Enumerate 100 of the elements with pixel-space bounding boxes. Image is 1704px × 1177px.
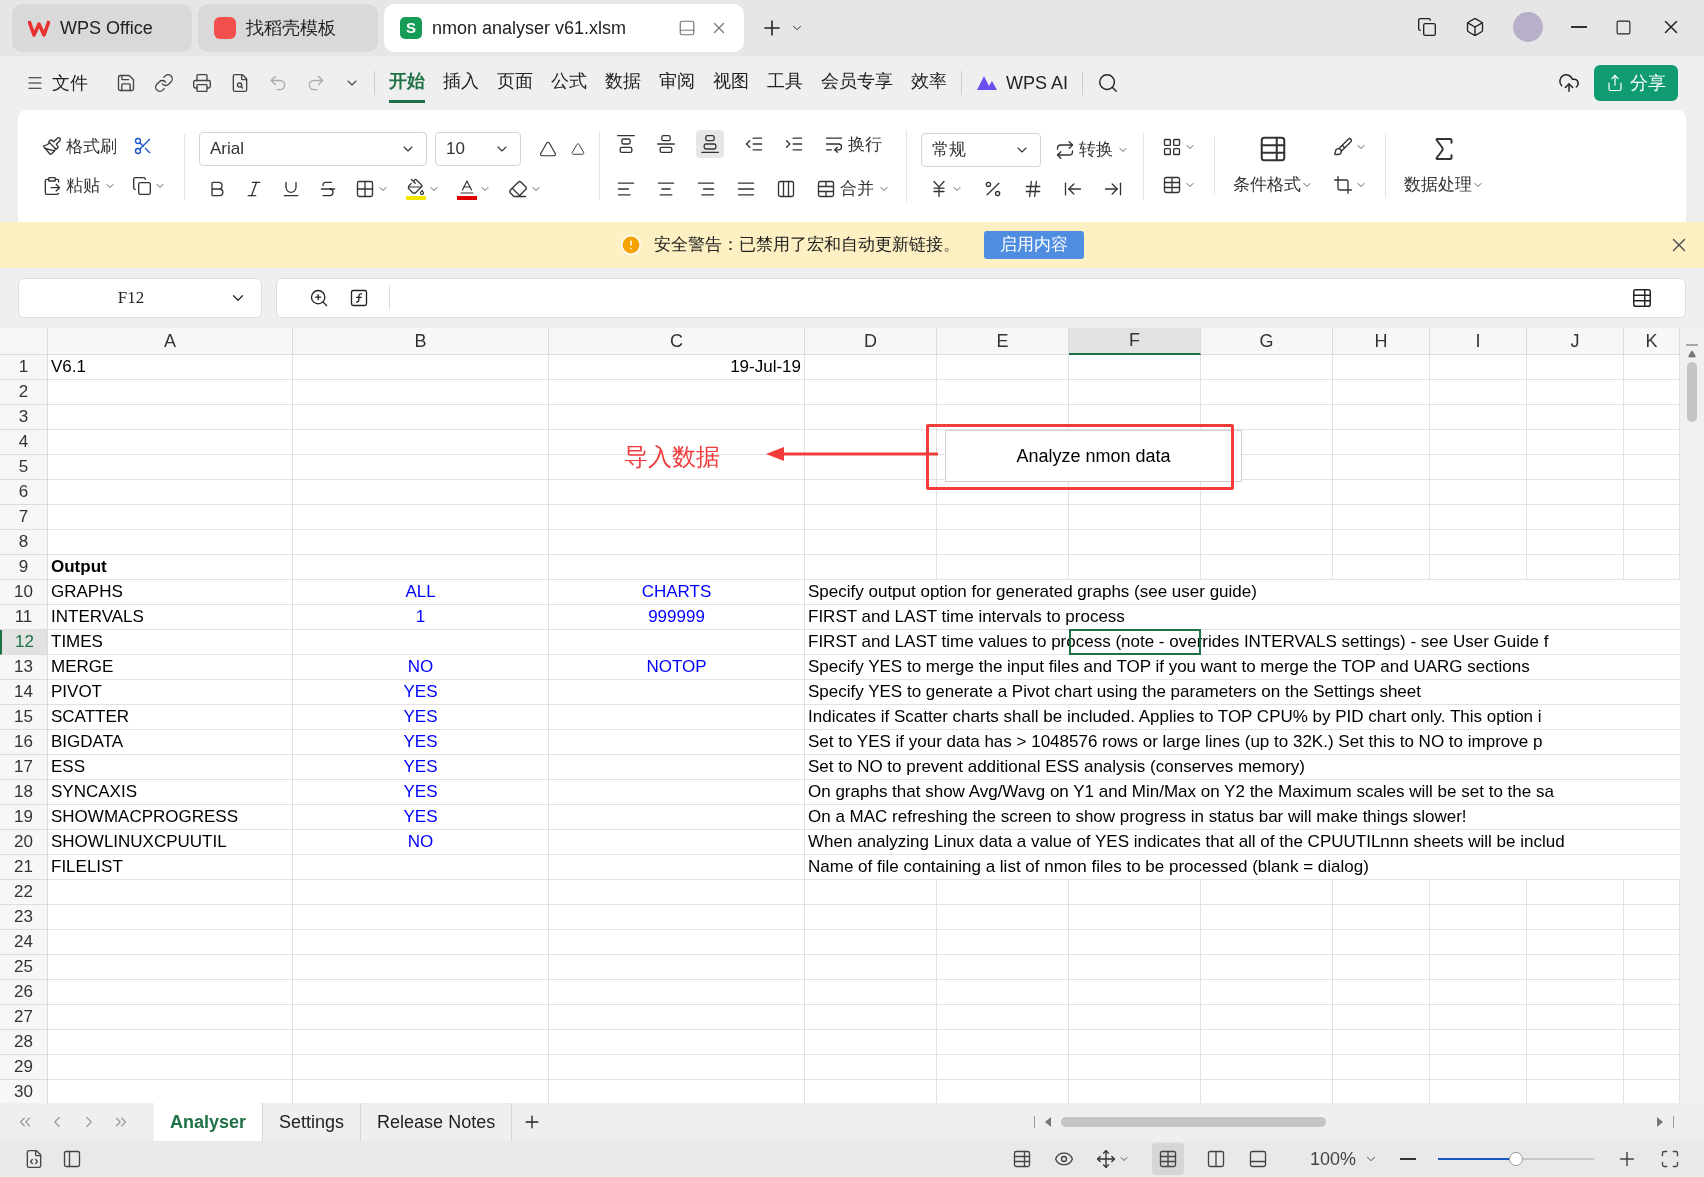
convert-icon — [1055, 140, 1075, 160]
row-header[interactable]: 7 — [0, 505, 48, 530]
row-header[interactable]: 13 — [0, 655, 48, 680]
function-icon — [349, 288, 369, 308]
data-processing-button[interactable]: 数据处理 — [1386, 134, 1502, 198]
row-header[interactable]: 9 — [0, 555, 48, 580]
row-header[interactable]: 21 — [0, 855, 48, 880]
scrollbar-thumb[interactable] — [1061, 1117, 1326, 1127]
column-header[interactable]: H — [1333, 328, 1430, 355]
avatar[interactable] — [1513, 12, 1543, 42]
convert-button[interactable]: 转换 — [1055, 137, 1129, 163]
table-cell: MERGE — [48, 655, 293, 680]
paintbrush-icon — [42, 136, 62, 157]
row-header[interactable]: 11 — [0, 605, 48, 630]
conditional-format-button[interactable]: 条件格式 — [1233, 134, 1313, 198]
row-header[interactable]: 12 — [0, 630, 48, 655]
ribbon-tab[interactable]: 效率 — [911, 63, 947, 103]
row-header[interactable]: 18 — [0, 780, 48, 805]
row-header[interactable]: 24 — [0, 930, 48, 955]
column-header[interactable]: A — [48, 328, 293, 355]
row-header[interactable]: 25 — [0, 955, 48, 980]
row-header[interactable]: 15 — [0, 705, 48, 730]
number-format-field[interactable]: 常规 — [921, 133, 1041, 167]
column-header[interactable]: B — [293, 328, 549, 355]
ribbon-tab[interactable]: 页面 — [497, 63, 533, 103]
share-button[interactable]: 分享 — [1594, 65, 1678, 101]
row-header[interactable]: 16 — [0, 730, 48, 755]
format-painter-button[interactable]: 格式刷 — [42, 133, 117, 159]
table-cell: ALL — [293, 580, 549, 605]
column-header[interactable]: K — [1624, 328, 1680, 355]
table-cell: SHOWLINUXCPUUTIL — [48, 830, 293, 855]
paste-button[interactable]: 粘贴 — [42, 173, 116, 199]
table-cell: When analyzing Linux data a value of YES indicates that all of the CPUUTILnnn sheets will be includ — [805, 830, 1680, 855]
row-header[interactable]: 6 — [0, 480, 48, 505]
row-header[interactable]: 20 — [0, 830, 48, 855]
column-header[interactable]: I — [1430, 328, 1527, 355]
scroll-up-icon[interactable] — [1688, 350, 1696, 358]
ribbon-tab[interactable]: 会员专享 — [821, 63, 893, 103]
column-header[interactable]: F — [1069, 328, 1201, 355]
wrap-text-button[interactable]: 换行 — [824, 131, 882, 157]
column-header[interactable]: E — [937, 328, 1069, 355]
column-header[interactable]: C — [549, 328, 805, 355]
zoom-slider[interactable] — [1438, 1152, 1594, 1166]
crop-icon — [1333, 175, 1353, 195]
column-header[interactable]: J — [1527, 328, 1624, 355]
fill-color-icon[interactable] — [406, 178, 426, 200]
ribbon-tab[interactable]: 插入 — [443, 63, 479, 103]
select-all-corner[interactable] — [0, 328, 48, 355]
column-header[interactable]: G — [1201, 328, 1333, 355]
ribbon-tab[interactable]: 开始 — [389, 63, 425, 103]
row-header[interactable]: 29 — [0, 1055, 48, 1080]
row-header[interactable]: 30 — [0, 1080, 48, 1103]
row-header[interactable]: 19 — [0, 805, 48, 830]
row-header[interactable]: 26 — [0, 980, 48, 1005]
app-tab[interactable]: S nmon analyser v61.xlsm — [384, 4, 744, 52]
font-field[interactable]: Arial — [199, 132, 427, 166]
file-menu[interactable]: 文件 — [52, 69, 88, 97]
ribbon-tab[interactable]: 视图 — [713, 63, 749, 103]
sheet-tab[interactable]: Analyser — [154, 1103, 264, 1141]
ribbon-tab[interactable]: 公式 — [551, 63, 587, 103]
app-tab[interactable]: WPS Office — [12, 4, 192, 52]
ai-menu[interactable]: WPS AI — [1006, 69, 1068, 97]
app-tab[interactable]: 找稻壳模板 — [198, 4, 378, 52]
style-brush-icon — [1333, 137, 1353, 157]
row-header[interactable]: 2 — [0, 380, 48, 405]
row-header[interactable]: 4 — [0, 430, 48, 455]
row-header[interactable]: 3 — [0, 405, 48, 430]
font-color-icon[interactable] — [457, 178, 477, 200]
print-preview-icon — [230, 73, 250, 93]
expand-formula-icon — [1631, 287, 1653, 309]
row-header[interactable]: 17 — [0, 755, 48, 780]
row-header[interactable]: 14 — [0, 680, 48, 705]
font-size-field[interactable]: 10 — [435, 132, 521, 166]
merge-button[interactable]: 合并 — [816, 176, 890, 202]
row-header[interactable]: 23 — [0, 905, 48, 930]
row-header[interactable]: 22 — [0, 880, 48, 905]
row-header[interactable]: 10 — [0, 580, 48, 605]
row-header[interactable]: 8 — [0, 530, 48, 555]
menu-icon — [26, 74, 44, 92]
row-header[interactable]: 28 — [0, 1030, 48, 1055]
ribbon-tab[interactable]: 工具 — [767, 63, 803, 103]
eraser-icon — [508, 179, 528, 199]
minimize-icon[interactable] — [1571, 26, 1587, 28]
spreadsheet-logo-icon: S — [400, 17, 422, 39]
zoom-slider-thumb[interactable] — [1509, 1152, 1523, 1166]
table-cell: NO — [293, 655, 549, 680]
row-header[interactable]: 1 — [0, 355, 48, 380]
analyze-button[interactable]: Analyze nmon data — [945, 430, 1242, 482]
horizontal-scrollbar[interactable] — [1034, 1115, 1674, 1129]
formula-field[interactable] — [276, 278, 1686, 318]
ribbon-tab[interactable]: 审阅 — [659, 63, 695, 103]
row-header[interactable]: 5 — [0, 455, 48, 480]
page-break-icon — [1247, 1149, 1268, 1169]
zoom-level[interactable]: 100% — [1309, 1145, 1356, 1173]
row-header[interactable]: 27 — [0, 1005, 48, 1030]
name-box[interactable]: F12 — [18, 278, 262, 318]
column-header[interactable]: D — [805, 328, 937, 355]
ribbon-tab[interactable]: 数据 — [605, 63, 641, 103]
save-icon — [116, 73, 136, 93]
scrollbar-thumb[interactable] — [1687, 362, 1697, 422]
